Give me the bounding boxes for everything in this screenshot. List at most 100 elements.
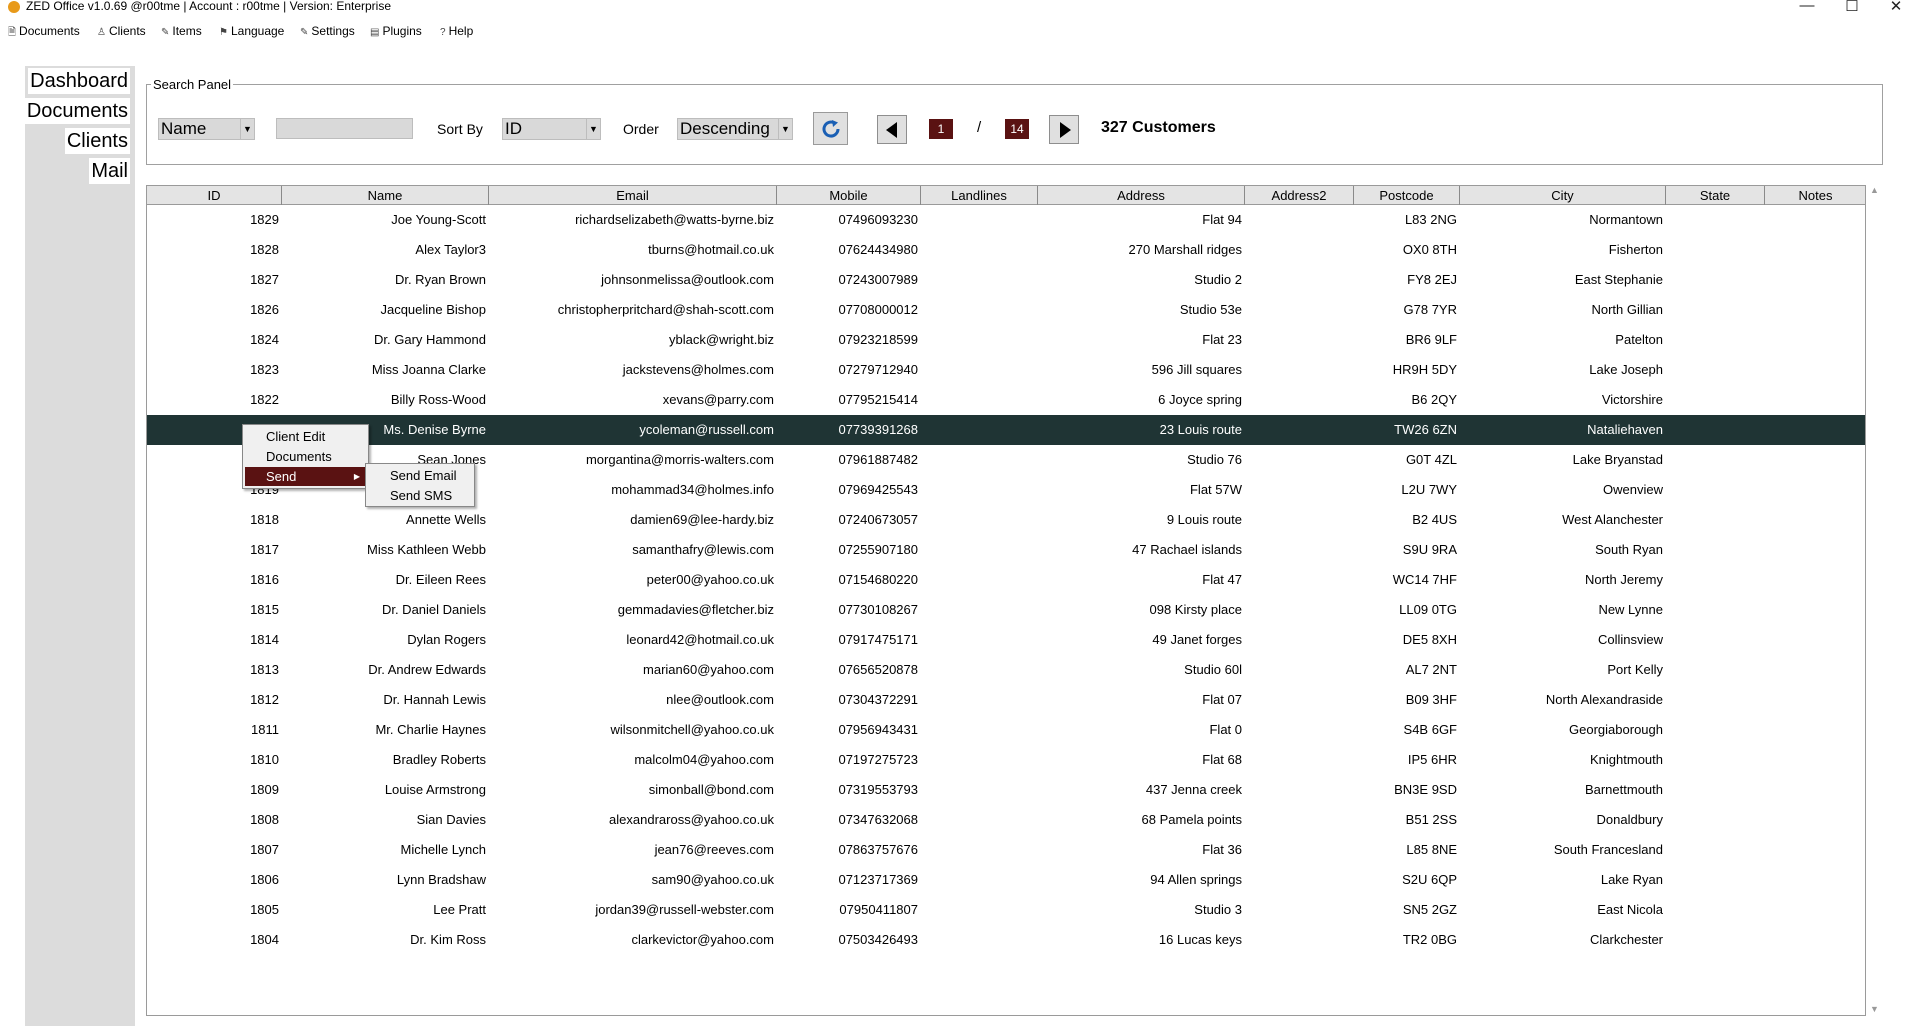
header-col-address2[interactable]: Address2 bbox=[1245, 186, 1354, 205]
table-row[interactable]: 1826 Jacqueline Bishop christopherpritchar… bbox=[147, 295, 1865, 325]
cell-address: 47 Rachael islands bbox=[1132, 542, 1242, 557]
cell-email: malcolm04@yahoo.com bbox=[634, 752, 774, 767]
table-row[interactable]: 1806 Lynn Bradshaw sam90@yahoo.co.uk 071237… bbox=[147, 865, 1865, 895]
sidebar-item-mail[interactable]: Mail bbox=[89, 158, 130, 184]
cell-name: Sian Davies bbox=[416, 812, 486, 827]
cell-mobile: 07496093230 bbox=[838, 212, 918, 227]
cell-postcode: S9U 9RA bbox=[1402, 542, 1457, 557]
scroll-up-icon[interactable]: ▲ bbox=[1870, 185, 1879, 195]
maximize-button[interactable]: ☐ bbox=[1842, 0, 1862, 15]
scroll-down-icon[interactable]: ▼ bbox=[1870, 1004, 1879, 1014]
table-row[interactable]: 1822 Billy Ross-Wood xevans@parry.com 07795… bbox=[147, 385, 1865, 415]
menu-documents[interactable]: 🗎 Documents bbox=[8, 24, 80, 42]
send-sms-item[interactable]: Send SMS bbox=[368, 486, 472, 505]
cell-mobile: 07708000012 bbox=[838, 302, 918, 317]
table-row[interactable]: 1817 Miss Kathleen Webb samanthafry@lewis.… bbox=[147, 535, 1865, 565]
table-row[interactable]: 1807 Michelle Lynch jean76@reeves.com 07863… bbox=[147, 835, 1865, 865]
table-row[interactable]: 1815 Dr. Daniel Daniels gemmadavies@fletch… bbox=[147, 595, 1865, 625]
sidebar-item-dashboard[interactable]: Dashboard bbox=[28, 68, 130, 94]
sort-by-select[interactable]: ID ▼ bbox=[502, 118, 601, 140]
table-row[interactable]: 1808 Sian Davies alexandraross@yahoo.co.uk… bbox=[147, 805, 1865, 835]
cell-mobile: 07123717369 bbox=[838, 872, 918, 887]
search-field-select[interactable]: Name ▼ bbox=[158, 118, 255, 140]
cell-address: Studio 76 bbox=[1187, 452, 1242, 467]
order-value: Descending bbox=[680, 119, 770, 138]
cell-name: Dylan Rogers bbox=[407, 632, 486, 647]
menu-plugins[interactable]: ▤ Plugins bbox=[370, 24, 422, 38]
header-col-notes[interactable]: Notes bbox=[1765, 186, 1865, 205]
cell-postcode: WC14 7HF bbox=[1392, 572, 1457, 587]
cell-city: Knightmouth bbox=[1590, 752, 1663, 767]
cell-address: 68 Pamela points bbox=[1141, 812, 1242, 827]
sidebar-item-documents[interactable]: Documents bbox=[24, 98, 130, 124]
menu-settings[interactable]: ✎ Settings bbox=[300, 24, 355, 38]
cell-name: Annette Wells bbox=[406, 512, 486, 527]
cell-name: Dr. Hannah Lewis bbox=[383, 692, 486, 707]
minimize-button[interactable]: — bbox=[1797, 0, 1817, 14]
table-row[interactable]: 1812 Dr. Hannah Lewis nlee@outlook.com 0730… bbox=[147, 685, 1865, 715]
table-row[interactable]: 1809 Louise Armstrong simonball@bond.com 07… bbox=[147, 775, 1865, 805]
cell-mobile: 07917475171 bbox=[838, 632, 918, 647]
header-col-city[interactable]: City bbox=[1460, 186, 1666, 205]
cell-address: Flat 57W bbox=[1189, 482, 1242, 497]
cell-email: johnsonmelissa@outlook.com bbox=[601, 272, 774, 287]
table-row[interactable]: 1829 Joe Young-Scott richardselizabeth@wat… bbox=[147, 205, 1865, 235]
table-header: ID Name Email Mobile Landlines Address Address… bbox=[147, 186, 1865, 205]
table-row[interactable]: 1827 Dr. Ryan Brown johnsonmelissa@outlook… bbox=[147, 265, 1865, 295]
menu-label: Plugins bbox=[382, 24, 422, 38]
next-page-button[interactable] bbox=[1049, 115, 1079, 144]
header-col-landlines[interactable]: Landlines bbox=[921, 186, 1038, 205]
cell-postcode: AL7 2NT bbox=[1405, 662, 1457, 677]
sidebar-item-clients[interactable]: Clients bbox=[64, 128, 130, 154]
table-row[interactable]: 1813 Dr. Andrew Edwards marian60@yahoo.com… bbox=[147, 655, 1865, 685]
cell-city: Georgiaborough bbox=[1569, 722, 1663, 737]
search-input[interactable] bbox=[276, 118, 413, 139]
table-row[interactable]: 1823 Miss Joanna Clarke jackstevens@holmes… bbox=[147, 355, 1865, 385]
table-row[interactable]: 1811 Mr. Charlie Haynes wilsonmitchell@yah… bbox=[147, 715, 1865, 745]
menu-items[interactable]: ✎ Items bbox=[161, 24, 202, 38]
context-send[interactable]: Send ▶ bbox=[245, 467, 366, 486]
context-documents[interactable]: Documents bbox=[245, 447, 366, 466]
cell-email: sam90@yahoo.co.uk bbox=[651, 872, 774, 887]
table-row[interactable]: 1824 Dr. Gary Hammond yblack@wright.biz 079… bbox=[147, 325, 1865, 355]
header-col-name[interactable]: Name bbox=[282, 186, 489, 205]
table-row[interactable]: 1828 Alex Taylor3 tburns@hotmail.co.uk 0762… bbox=[147, 235, 1865, 265]
cell-name: Dr. Daniel Daniels bbox=[381, 602, 486, 617]
cell-email: jackstevens@holmes.com bbox=[622, 362, 774, 377]
search-panel-legend: Search Panel bbox=[151, 77, 234, 92]
prev-page-button[interactable] bbox=[877, 115, 907, 144]
table-row[interactable]: 1804 Dr. Kim Ross clarkevictor@yahoo.com 07… bbox=[147, 925, 1865, 955]
order-select[interactable]: Descending ▼ bbox=[677, 118, 793, 140]
header-col-state[interactable]: State bbox=[1666, 186, 1765, 205]
table-row[interactable]: 1810 Bradley Roberts malcolm04@yahoo.com 07… bbox=[147, 745, 1865, 775]
menu-language[interactable]: ⚑ Language bbox=[219, 24, 284, 38]
context-menu: Client Edit Documents Send ▶ bbox=[242, 424, 369, 489]
cell-city: North Jeremy bbox=[1584, 572, 1663, 587]
table-row[interactable]: 1814 Dylan Rogers leonard42@hotmail.co.uk 0… bbox=[147, 625, 1865, 655]
menu-clients[interactable]: ♙ Clients bbox=[97, 24, 146, 38]
close-button[interactable]: ✕ bbox=[1886, 0, 1906, 15]
wrench-icon: ✎ bbox=[300, 27, 309, 38]
context-client-edit[interactable]: Client Edit bbox=[245, 427, 366, 446]
current-page[interactable]: 1 bbox=[929, 119, 953, 139]
vertical-scrollbar[interactable]: ▲ ▼ bbox=[1866, 185, 1883, 1016]
cell-email: jordan39@russell-webster.com bbox=[595, 902, 774, 917]
header-col-id[interactable]: ID bbox=[147, 186, 282, 205]
cell-city: Lake Joseph bbox=[1589, 362, 1663, 377]
refresh-button[interactable] bbox=[813, 112, 848, 145]
clients-table[interactable]: ID Name Email Mobile Landlines Address Address… bbox=[146, 185, 1866, 1016]
header-col-address[interactable]: Address bbox=[1038, 186, 1245, 205]
cell-mobile: 07255907180 bbox=[838, 542, 918, 557]
header-col-postcode[interactable]: Postcode bbox=[1354, 186, 1460, 205]
send-email-item[interactable]: Send Email bbox=[368, 466, 472, 485]
table-row[interactable]: 1818 Annette Wells damien69@lee-hardy.biz 0… bbox=[147, 505, 1865, 535]
table-row[interactable]: 1816 Dr. Eileen Rees peter00@yahoo.co.uk 07… bbox=[147, 565, 1865, 595]
header-col-mobile[interactable]: Mobile bbox=[777, 186, 921, 205]
table-row[interactable]: Ms. Denise Byrne ycoleman@russell.com 0773… bbox=[147, 415, 1865, 445]
header-col-email[interactable]: Email bbox=[489, 186, 777, 205]
menu-help[interactable]: ? Help bbox=[440, 24, 473, 38]
table-row[interactable]: 1805 Lee Pratt jordan39@russell-webster.co… bbox=[147, 895, 1865, 925]
cell-id: 1816 bbox=[250, 572, 279, 587]
cell-city: Fisherton bbox=[1608, 242, 1663, 257]
cell-name: Miss Kathleen Webb bbox=[367, 542, 486, 557]
